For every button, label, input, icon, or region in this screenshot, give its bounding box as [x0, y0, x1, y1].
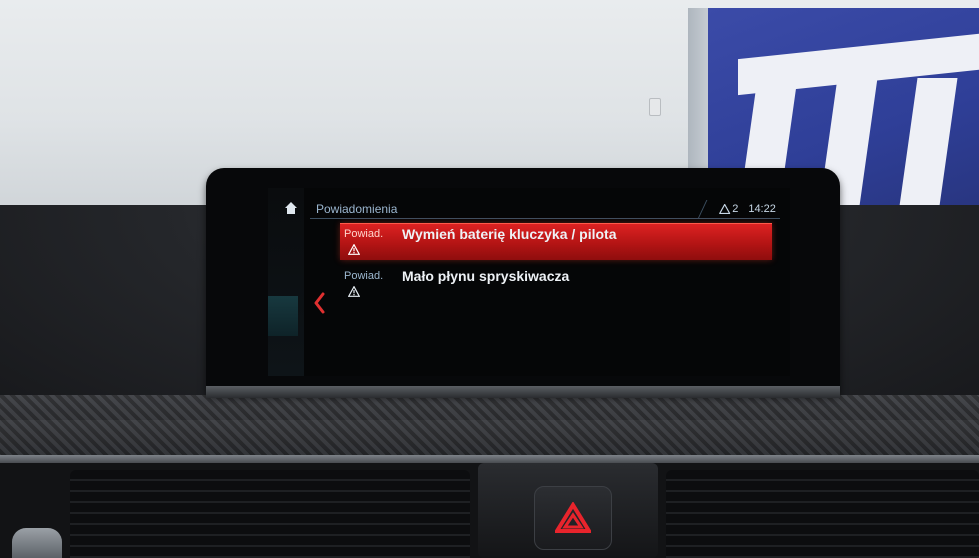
screen-header: Powiadomienia 2 14:22 [310, 200, 789, 219]
notification-message: Mało płynu spryskiwacza [402, 268, 570, 284]
notification-item[interactable]: Powiad. Mało płynu spryskiwacza [340, 266, 772, 302]
notification-item[interactable]: Powiad. Wymień baterię kluczyka / pilota [340, 223, 772, 260]
warning-count: 2 [732, 203, 739, 215]
back-chevron-icon[interactable] [312, 292, 326, 314]
notification-category: Powiad. [344, 228, 384, 240]
vent-knob[interactable] [12, 528, 62, 558]
home-icon[interactable] [285, 202, 297, 214]
status-area: 2 14:22 [698, 200, 789, 218]
notification-message: Wymień baterię kluczyka / pilota [402, 226, 617, 242]
side-rail-highlight [268, 296, 298, 336]
idrive-screen: Powiadomienia 2 14:22 Powiad. Wymień bat… [268, 188, 790, 376]
warning-triangle-icon [348, 286, 360, 297]
warning-triangle-icon [719, 204, 731, 214]
notification-category: Powiad. [344, 270, 384, 282]
display-base [206, 386, 840, 398]
air-vent-left [70, 470, 470, 558]
warning-triangle-icon [348, 244, 360, 255]
hazard-button[interactable] [534, 486, 612, 550]
wall-switch [649, 98, 661, 116]
air-vent-right [666, 470, 979, 558]
clock: 14:22 [748, 203, 777, 215]
hazard-triangle-icon [555, 502, 591, 533]
warning-counter: 2 [719, 203, 739, 215]
side-rail [268, 188, 304, 376]
page-title: Powiadomienia [316, 202, 398, 216]
